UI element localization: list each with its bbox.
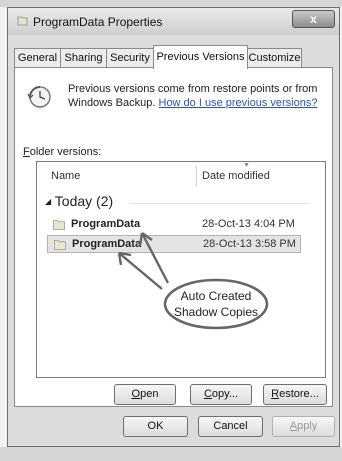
folder-icon — [54, 240, 66, 250]
copy-button[interactable]: Copy... — [190, 384, 252, 405]
tab-security[interactable]: Security — [106, 48, 154, 68]
group-header-today[interactable]: ◢ Today (2) — [45, 193, 113, 209]
background-strip-top — [0, 0, 342, 7]
tab-strip: General Sharing Security Previous Versio… — [14, 45, 334, 69]
folder-icon — [17, 16, 28, 26]
properties-dialog: ProgramData Properties x General Sharing… — [7, 7, 340, 447]
sort-indicator-icon: ▼ — [243, 162, 250, 169]
window-title: ProgramData Properties — [33, 15, 163, 29]
tab-previous-versions[interactable]: Previous Versions — [153, 45, 248, 69]
item-date: 28-Oct-13 3:58 PM — [203, 238, 296, 250]
list-item-selected[interactable]: ProgramData 28-Oct-13 3:58 PM — [47, 235, 301, 253]
tab-general[interactable]: General — [14, 48, 61, 68]
close-icon: x — [310, 12, 317, 26]
close-button[interactable]: x — [292, 10, 335, 28]
restore-clock-icon — [27, 86, 51, 108]
background-strip-bottom — [0, 447, 342, 461]
group-divider — [129, 203, 309, 204]
column-divider[interactable] — [196, 166, 197, 186]
versions-list[interactable]: Name ▼ Date modified ◢ Today (2) Program… — [36, 161, 326, 378]
cancel-button[interactable]: Cancel — [198, 416, 263, 437]
folder-versions-label: Folder versions: — [23, 146, 102, 158]
restore-button[interactable]: Restore... — [263, 384, 327, 405]
previous-versions-panel: Previous versions come from restore poin… — [14, 67, 333, 407]
tab-customize[interactable]: Customize — [247, 48, 302, 68]
tab-sharing[interactable]: Sharing — [60, 48, 107, 68]
list-item[interactable]: ProgramData 28-Oct-13 4:04 PM — [47, 216, 301, 234]
column-header-date[interactable]: Date modified — [202, 170, 270, 182]
column-header-name[interactable]: Name — [51, 170, 80, 182]
item-name: ProgramData — [71, 218, 141, 230]
item-date: 28-Oct-13 4:04 PM — [202, 218, 295, 230]
description-text: Previous versions come from restore poin… — [68, 83, 318, 109]
open-button[interactable]: Open — [114, 384, 176, 405]
folder-icon — [53, 220, 65, 230]
annotation-label: Auto Created Shadow Copies — [173, 289, 259, 319]
help-link[interactable]: How do I use previous versions? — [159, 97, 318, 109]
item-name: ProgramData — [72, 238, 142, 250]
apply-button[interactable]: Apply — [272, 416, 335, 437]
title-bar[interactable]: ProgramData Properties x — [8, 8, 339, 35]
collapse-triangle-icon[interactable]: ◢ — [45, 197, 51, 206]
ok-button[interactable]: OK — [123, 416, 188, 437]
